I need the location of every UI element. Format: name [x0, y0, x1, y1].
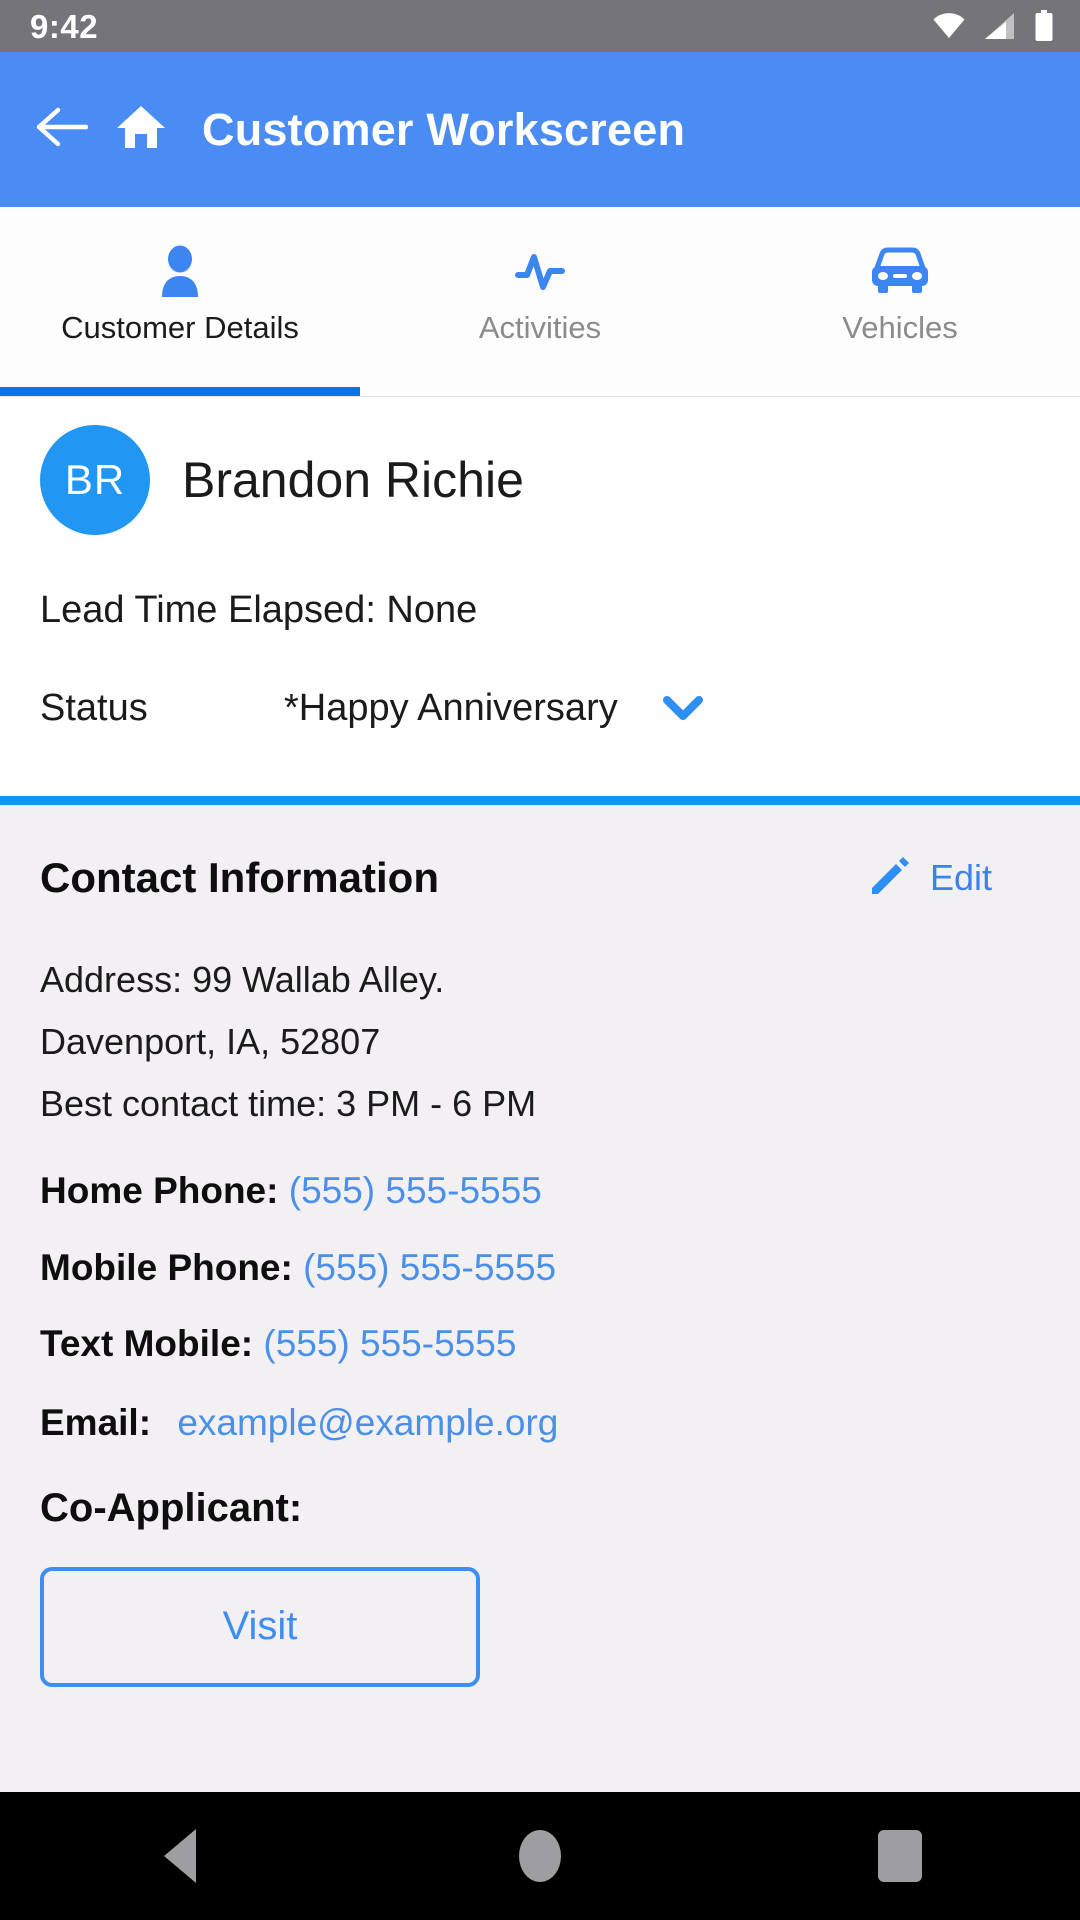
chevron-down-icon[interactable] — [662, 694, 704, 722]
text-mobile-row: Text Mobile: (555) 555-5555 — [40, 1324, 1040, 1365]
tab-label-customer-details: Customer Details — [61, 310, 299, 345]
status-label: Status — [40, 686, 148, 729]
active-tab-indicator — [0, 387, 360, 396]
customer-header: BR Brandon Richie Lead Time Elapsed: Non… — [0, 397, 1080, 796]
section-divider — [0, 796, 1080, 805]
text-mobile-value[interactable]: (555) 555-5555 — [263, 1323, 516, 1365]
email-row: Email: example@example.org — [40, 1402, 1040, 1444]
wifi-icon — [932, 13, 966, 39]
mobile-phone-value[interactable]: (555) 555-5555 — [303, 1247, 556, 1288]
contact-header-row: Contact Information Edit — [40, 847, 1040, 909]
mobile-screen: 9:42 Customer Workscreen Customer Detail… — [0, 0, 1080, 1920]
tab-customer-details[interactable]: Customer Details — [0, 207, 360, 396]
best-contact-time: Best contact time: 3 PM - 6 PM — [40, 1083, 537, 1124]
home-phone-label: Home Phone: — [40, 1170, 279, 1211]
page-title: Customer Workscreen — [202, 103, 686, 155]
nav-home-button[interactable] — [360, 1830, 720, 1882]
home-phone-value[interactable]: (555) 555-5555 — [289, 1170, 542, 1211]
address-line-1: Address: 99 Wallab Alley. — [40, 959, 445, 1000]
address-line-2: Davenport, IA, 52807 — [40, 1021, 381, 1062]
pencil-edit-icon — [868, 854, 912, 903]
status-value: *Happy Anniversary — [284, 686, 618, 729]
home-icon — [115, 103, 167, 156]
status-bar: 9:42 — [0, 0, 1080, 52]
contact-information-title: Contact Information — [40, 854, 439, 901]
visit-button-wrap: Visit — [40, 1566, 1040, 1687]
visit-button[interactable]: Visit — [40, 1566, 480, 1687]
tab-vehicles[interactable]: Vehicles — [720, 207, 1080, 396]
customer-name-row: BR Brandon Richie — [0, 421, 1080, 539]
nav-back-icon — [164, 1829, 196, 1883]
edit-button[interactable]: Edit — [868, 854, 1040, 903]
avatar: BR — [40, 425, 150, 535]
status-bar-clock: 9:42 — [30, 7, 99, 45]
android-navigation-bar — [0, 1792, 1080, 1920]
tab-label-activities: Activities — [478, 310, 602, 345]
person-icon — [152, 243, 208, 299]
email-value[interactable]: example@example.org — [177, 1402, 558, 1443]
edit-label: Edit — [929, 857, 992, 898]
customer-name: Brandon Richie — [182, 452, 524, 508]
status-row[interactable]: Status *Happy Anniversary — [0, 680, 1080, 736]
nav-recents-button[interactable] — [720, 1830, 1080, 1882]
back-button[interactable] — [34, 103, 89, 157]
home-button[interactable] — [114, 103, 168, 157]
battery-icon — [1034, 10, 1054, 42]
nav-home-icon — [519, 1830, 561, 1882]
address-block: Address: 99 Wallab Alley. Davenport, IA,… — [40, 949, 1040, 1135]
nav-recents-icon — [878, 1830, 922, 1882]
activity-pulse-icon — [512, 243, 568, 299]
contact-information-section: Contact Information Edit Address: 99 Wal… — [0, 805, 1080, 1920]
text-mobile-label: Text Mobile: — [40, 1323, 254, 1365]
back-arrow-icon — [34, 106, 89, 153]
mobile-phone-label: Mobile Phone: — [40, 1246, 293, 1288]
lead-time-elapsed: Lead Time Elapsed: None — [40, 589, 478, 631]
email-label: Email: — [40, 1402, 152, 1444]
home-phone-row: Home Phone: (555) 555-5555 — [40, 1170, 1040, 1212]
car-icon — [869, 243, 931, 299]
nav-back-button[interactable] — [0, 1829, 360, 1883]
co-applicant-label: Co-Applicant: — [40, 1485, 303, 1530]
cellular-signal-icon — [984, 12, 1016, 40]
app-bar: Customer Workscreen — [0, 52, 1080, 207]
tab-label-vehicles: Vehicles — [842, 310, 958, 345]
tab-activities[interactable]: Activities — [360, 207, 720, 396]
tab-bar: Customer Details Activities Vehicles — [0, 207, 1080, 397]
mobile-phone-row: Mobile Phone: (555) 555-5555 — [40, 1246, 1040, 1289]
status-bar-system-icons — [932, 10, 1054, 42]
